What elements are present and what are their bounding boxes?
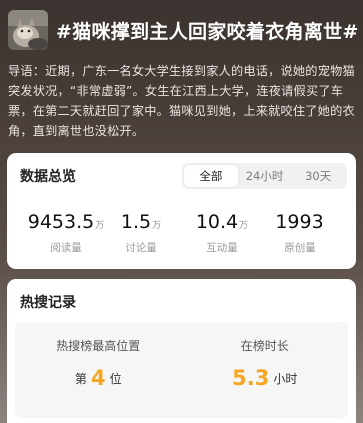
guide-label: 导语： [8,64,46,78]
hot-duration-value: 5.3 [232,366,270,390]
data-overview-title: 数据总览 [20,169,76,185]
stat-originals: 1993 原创量 [275,211,324,255]
stat-originals-label: 原创量 [284,242,316,254]
stats-row: 9453.5万 阅读量 1.5万 讨论量 10.4万 互动量 1993 原创量 [7,211,356,255]
hot-peak-position: 热搜榜最高位置 第4位 [15,322,182,418]
hot-duration-suffix: 小时 [273,372,298,386]
hot-record-card: 热搜记录 热搜榜最高位置 第4位 在榜时长 5.3 小时 [7,279,356,423]
stat-interactions: 10.4万 互动量 [196,211,248,255]
stat-originals-value: 1993 [275,211,324,233]
topic-title: #猫咪撑到主人回家咬着衣角离世# [56,20,359,43]
hot-peak-suffix: 位 [109,372,122,386]
data-overview-card: 数据总览 全部 24小时 30天 9453.5万 阅读量 1.5万 讨论量 10… [7,153,356,269]
stat-interactions-label: 互动量 [206,242,238,254]
tab-all[interactable]: 全部 [184,165,238,187]
stat-discussions-value: 1.5 [120,211,152,233]
hot-record-panel: 热搜榜最高位置 第4位 在榜时长 5.3 小时 [15,322,348,418]
hot-duration-label: 在榜时长 [240,339,289,353]
hot-peak-prefix: 第 [74,372,87,386]
hot-duration: 在榜时长 5.3 小时 [182,322,349,418]
stat-interactions-unit: 万 [239,221,249,231]
topic-guide: 导语：近期，广东一名女大学生接到家人的电话，说她的宠物猫突发状况，“非常虚弱”。… [8,61,355,141]
tab-24h[interactable]: 24小时 [238,165,292,187]
topic-header: #猫咪撑到主人回家咬着衣角离世# [8,10,358,50]
time-range-switch: 全部 24小时 30天 [182,163,347,189]
hot-record-title: 热搜记录 [20,295,76,311]
stat-interactions-value: 10.4 [195,211,239,233]
stat-discussions-unit: 万 [152,221,162,231]
stat-discussions-label: 讨论量 [125,242,157,254]
hot-peak-value: 4 [90,366,106,390]
stat-discussions: 1.5万 讨论量 [121,211,161,255]
stat-reads-value: 9453.5 [27,211,95,233]
hot-peak-label: 热搜榜最高位置 [56,339,141,353]
stat-reads-unit: 万 [95,221,105,231]
guide-text: 近期，广东一名女大学生接到家人的电话，说她的宠物猫突发状况，“非常虚弱”。女生在… [8,64,355,138]
stat-reads: 9453.5万 阅读量 [28,211,105,255]
tab-30d[interactable]: 30天 [291,165,345,187]
stat-reads-label: 阅读量 [50,242,82,254]
topic-thumbnail[interactable] [8,10,48,50]
